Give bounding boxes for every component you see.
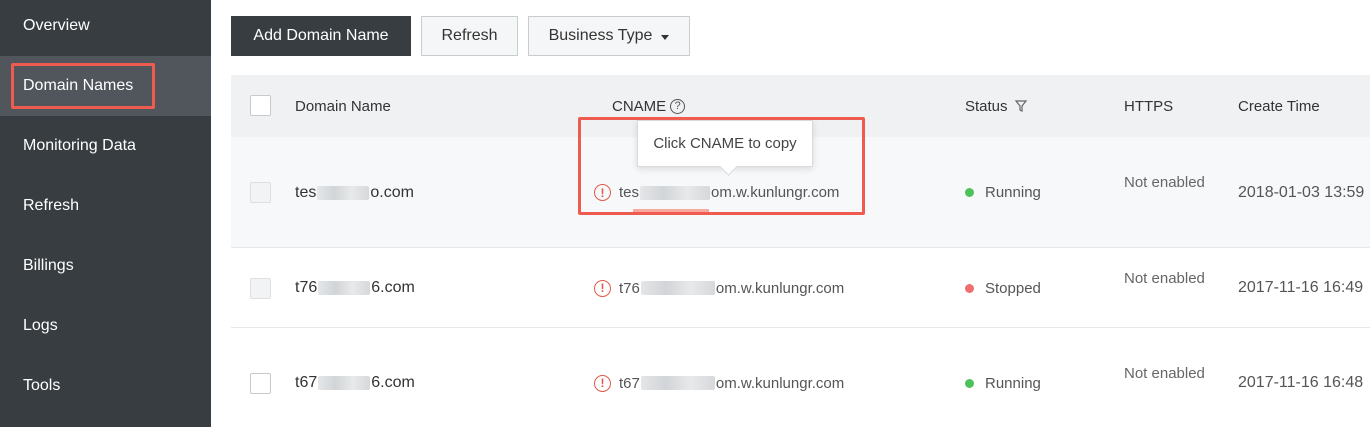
sidebar-item-label: Tools [23, 377, 61, 394]
redacted-block [640, 185, 711, 200]
cname-suffix: om.w.kunlungr.com [715, 279, 845, 297]
status-cell: Running [965, 137, 1041, 248]
https-cell: Not enabled [1124, 365, 1205, 382]
cname-prefix: tes [619, 184, 640, 201]
sidebar-item-refresh[interactable]: Refresh [0, 176, 211, 236]
table-row[interactable]: t67 6.com ! t67 om.w.kunlungr.com Running … [231, 328, 1370, 427]
sidebar-item-label: Refresh [23, 197, 80, 214]
redacted-block [318, 281, 371, 295]
redacted-block [317, 185, 370, 200]
status-text: Running [985, 374, 1041, 392]
business-type-label: Business Type [548, 27, 653, 44]
copy-underline [633, 209, 709, 213]
header-status: Status [965, 75, 1028, 137]
create-time-cell: 2018-01-03 13:59 [1238, 183, 1365, 201]
cname-prefix: t67 [619, 374, 640, 392]
header-status-label: Status [965, 97, 1008, 115]
sidebar-item-overview[interactable]: Overview [0, 0, 211, 56]
https-cell: Not enabled [1124, 270, 1205, 287]
add-domain-name-button[interactable]: Add Domain Name [231, 16, 411, 56]
redacted-block [640, 376, 715, 390]
status-text: Stopped [985, 279, 1041, 297]
caret-down-icon [661, 34, 670, 40]
create-time-cell: 2017-11-16 16:48 [1238, 374, 1364, 391]
redacted-block [318, 376, 371, 390]
cname-suffix: om.w.kunlungr.com [711, 184, 840, 201]
domain-cell: t67 6.com [295, 328, 415, 427]
sidebar-item-label: Overview [23, 17, 90, 34]
domain-prefix: tes [295, 183, 317, 201]
question-circle-icon[interactable]: ? [670, 98, 686, 114]
cname-prefix: t76 [619, 279, 640, 297]
domain-cell: t76 6.com [295, 248, 415, 328]
business-type-dropdown[interactable]: Business Type [528, 16, 690, 56]
status-text: Running [985, 184, 1041, 201]
row-checkbox[interactable] [250, 182, 271, 203]
row-checkbox[interactable] [250, 278, 271, 299]
table-row[interactable]: t76 6.com ! t76 om.w.kunlungr.com Stopped … [231, 248, 1370, 328]
sidebar-item-label: Logs [23, 317, 58, 334]
header-cname-label: CNAME [612, 97, 667, 115]
sidebar: Overview Domain Names Monitoring Data Re… [0, 0, 211, 427]
sidebar-item-domain-names[interactable]: Domain Names [0, 56, 211, 116]
header-domain-name: Domain Name [295, 97, 391, 115]
row-checkbox[interactable] [250, 373, 271, 394]
cname-suffix: om.w.kunlungr.com [715, 374, 845, 392]
status-cell: Running [965, 328, 1041, 427]
sidebar-item-tools[interactable]: Tools [0, 356, 211, 416]
domain-prefix: t76 [295, 279, 318, 296]
sidebar-item-label: Billings [23, 257, 74, 274]
cname-cell[interactable]: ! t76 om.w.kunlungr.com [594, 248, 844, 328]
refresh-button[interactable]: Refresh [421, 16, 518, 56]
header-https: HTTPS [1124, 97, 1174, 115]
create-time-cell: 2017-11-16 16:49 [1238, 279, 1364, 296]
filter-icon[interactable] [1014, 99, 1028, 113]
domain-prefix: t67 [295, 374, 318, 391]
status-dot-stopped [965, 283, 974, 293]
exclamation-circle-icon: ! [594, 184, 611, 201]
exclamation-circle-icon: ! [594, 374, 611, 392]
header-create-time: Create Time [1238, 97, 1320, 115]
cname-cell[interactable]: ! t67 om.w.kunlungr.com [594, 328, 844, 427]
status-dot-running [965, 378, 974, 388]
exclamation-circle-icon: ! [594, 279, 611, 297]
copy-cname-tooltip: Click CNAME to copy [637, 120, 813, 167]
select-all-checkbox[interactable] [250, 95, 271, 116]
status-cell: Stopped [965, 248, 1041, 328]
sidebar-item-label: Monitoring Data [23, 137, 136, 154]
domain-suffix: o.com [370, 183, 414, 201]
domain-suffix: 6.com [371, 374, 415, 391]
sidebar-item-label: Domain Names [23, 77, 134, 94]
redacted-block [640, 281, 715, 295]
sidebar-item-monitoring-data[interactable]: Monitoring Data [0, 116, 211, 176]
https-cell: Not enabled [1124, 174, 1205, 191]
sidebar-item-billings[interactable]: Billings [0, 236, 211, 296]
sidebar-item-logs[interactable]: Logs [0, 296, 211, 356]
domain-cell: tes o.com [295, 137, 414, 248]
domain-suffix: 6.com [371, 279, 415, 296]
status-dot-running [965, 188, 974, 197]
